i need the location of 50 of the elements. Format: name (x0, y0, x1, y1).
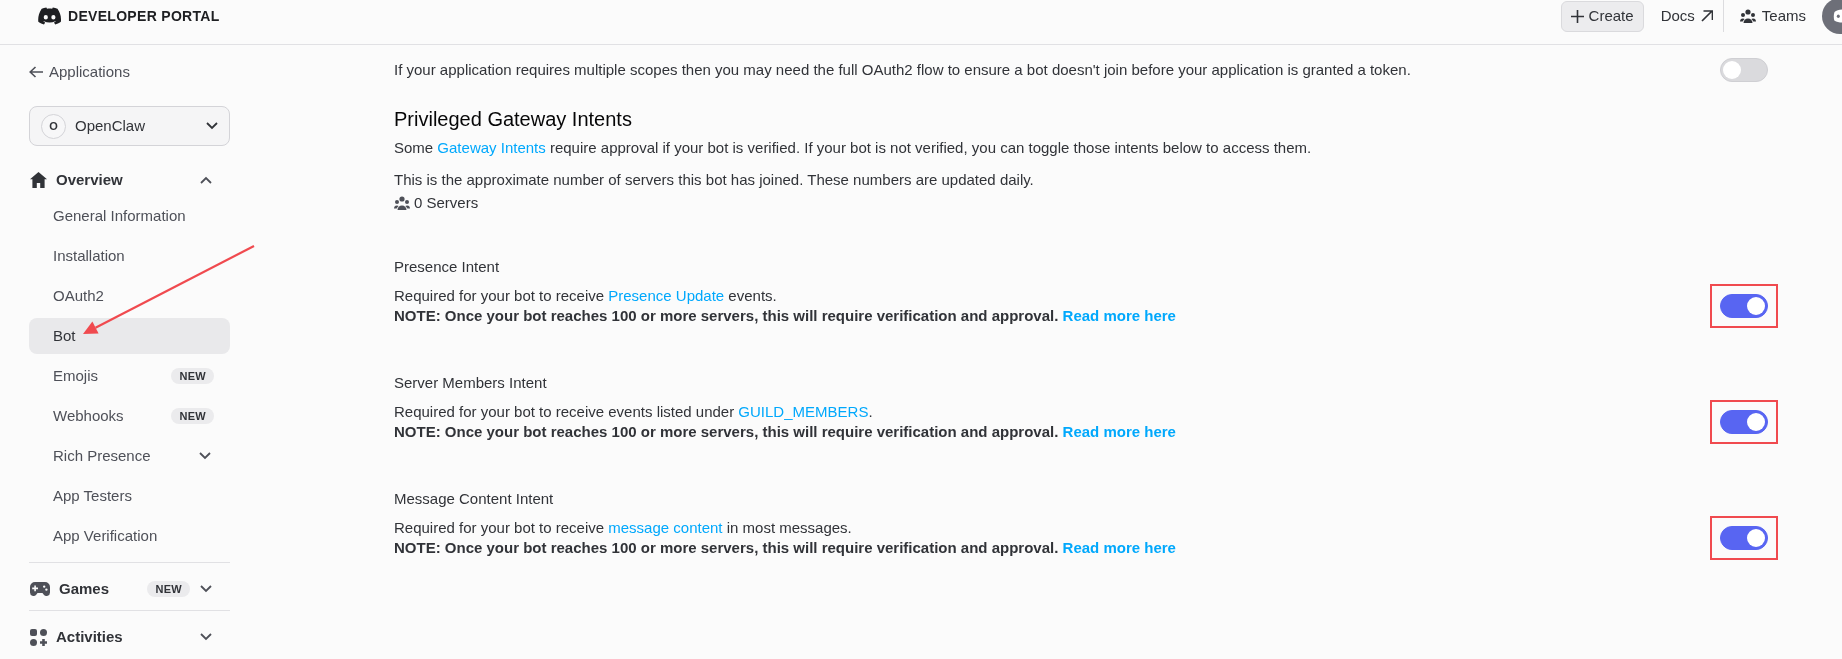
plus-icon (1570, 10, 1584, 23)
intent-note: NOTE: Once your bot reaches 100 or more servers, this will require verification and approval. Read more here (394, 306, 1176, 326)
intent-description: Required for your bot to receive Presence Update events. (394, 286, 778, 306)
intent-note: NOTE: Once your bot reaches 100 or more servers, this will require verification and approval. Read more here (394, 422, 1176, 442)
section-title: Privileged Gateway Intents (394, 107, 633, 131)
sidebar-item[interactable]: App Testers (29, 478, 230, 514)
app-selector[interactable]: O OpenClaw (29, 106, 230, 146)
arrow-left-icon (29, 66, 43, 78)
sidebar-item[interactable]: Rich Presence (29, 438, 230, 474)
sidebar-item[interactable]: General Information (29, 198, 230, 234)
intent-title: Server Members Intent (394, 373, 548, 393)
section-description: Some Gateway Intents require approval if your bot is verified. If your bot is not verified, you can toggle those intents below to access them. (394, 138, 1313, 158)
home-icon (30, 172, 47, 188)
sidebar-item[interactable]: OAuth2 (29, 278, 230, 314)
intent-title: Message Content Intent (394, 489, 555, 509)
sidebar-item[interactable]: Installation (29, 238, 230, 274)
section-header[interactable]: Games NEW (29, 576, 230, 602)
app-avatar: O (41, 113, 66, 139)
toggle-switch[interactable] (1720, 294, 1768, 318)
teams-link[interactable]: Teams (1739, 4, 1806, 28)
logo-icon (38, 7, 61, 25)
intent-title: Presence Intent (394, 257, 501, 277)
docs-link[interactable]: Docs (1660, 4, 1713, 28)
portal-title: DEVELOPER PORTAL (68, 9, 220, 23)
server-count: 0 Servers (414, 192, 479, 213)
gamepad-icon (30, 581, 50, 597)
setting-description: If your application requires multiple scopes then you may need the full OAuth2 flow to ensure a bot doesn't join before your application is granted a token. (394, 60, 1411, 80)
feature-badge: NEW (171, 368, 214, 384)
arrow-up-right-icon (1700, 10, 1713, 22)
applications-link[interactable]: Applications (29, 62, 230, 82)
toggle-switch[interactable] (1720, 410, 1768, 434)
section-header[interactable]: Activities (29, 624, 230, 650)
people-icon (1739, 9, 1756, 23)
intent-note: NOTE: Once your bot reaches 100 or more servers, this will require verification and approval. Read more here (394, 538, 1176, 558)
toggle-switch[interactable] (1720, 526, 1768, 550)
sidebar-item[interactable]: App Verification (29, 518, 230, 554)
intent-description: Required for your bot to receive message content in most messages. (394, 518, 853, 538)
chevron-down-icon (206, 122, 218, 130)
create-button[interactable]: Create (1560, 1, 1644, 32)
sidebar-item[interactable]: Bot (29, 318, 230, 354)
server-count-note: This is the approximate number of servers this bot has joined. These numbers are updated daily. (394, 170, 1035, 190)
feature-badge: NEW (171, 408, 214, 424)
shapes-icon (30, 628, 47, 646)
intent-description: Required for your bot to receive events listed under GUILD_MEMBERS. (394, 402, 874, 422)
sidebar-item[interactable]: Emojis NEW (29, 358, 230, 394)
sidebar-item[interactable]: Webhooks NEW (29, 398, 230, 434)
people-icon (394, 196, 410, 210)
feature-badge: NEW (147, 581, 190, 597)
section-header[interactable]: Overview (29, 167, 230, 193)
avatar-icon (1822, 0, 1842, 34)
